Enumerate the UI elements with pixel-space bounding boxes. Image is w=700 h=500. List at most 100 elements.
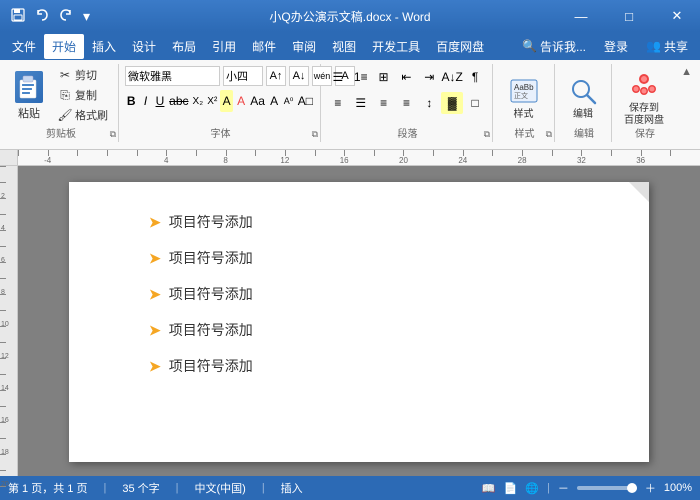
font-size-input[interactable] <box>223 66 263 86</box>
menu-baidu[interactable]: 百度网盘 <box>428 34 492 59</box>
font-controls: A↑ A↓ wén A B I U abc X₂ X² A A Aa A A⁰ … <box>125 64 314 112</box>
sort-button[interactable]: A↓Z <box>441 66 463 88</box>
svg-text:AaBb: AaBb <box>514 83 534 92</box>
ribbon: 粘贴 ✂ 剪切 ⎘ 复制 🖌 格式刷 剪贴板 ⧉ <box>0 60 700 150</box>
font-expand-icon[interactable]: ⧉ <box>312 129 318 140</box>
menu-share[interactable]: 👥 共享 <box>638 34 696 59</box>
highlight-button[interactable]: A <box>220 90 232 112</box>
ruler-container: -44812162024283236 <box>0 150 700 166</box>
style-expand-icon[interactable]: ⧉ <box>546 129 552 140</box>
bold-button[interactable]: B <box>125 90 137 112</box>
font-pinyin-button[interactable]: A⁰ <box>282 90 294 112</box>
font-color-button[interactable]: A <box>235 90 247 112</box>
menu-insert[interactable]: 插入 <box>84 34 124 59</box>
border-char-button[interactable]: A□ <box>297 90 314 112</box>
format-painter-button[interactable]: 🖌 格式刷 <box>54 106 112 124</box>
clipboard-mini: ✂ 剪切 ⎘ 复制 🖌 格式刷 <box>54 66 112 124</box>
menu-design[interactable]: 设计 <box>124 34 164 59</box>
bullet-item: ➤项目符号添加 <box>149 284 599 304</box>
menu-view[interactable]: 视图 <box>324 34 364 59</box>
styles-icon: AaBb 正文 <box>508 75 540 107</box>
edit-group-label: 编辑 <box>574 125 594 140</box>
menu-layout[interactable]: 布局 <box>164 34 204 59</box>
copy-icon: ⎘ <box>58 88 72 102</box>
bullet-item: ➤项目符号添加 <box>149 320 599 340</box>
numbered-list-button[interactable]: 1≡ <box>350 66 372 88</box>
zoom-minus-button[interactable]: － <box>558 480 569 496</box>
justify-button[interactable]: ≡ <box>396 92 418 114</box>
view-read-icon[interactable]: 📖 <box>482 482 496 495</box>
align-right-button[interactable]: ≡ <box>373 92 395 114</box>
font-size-decrease-button[interactable]: A↓ <box>289 66 309 86</box>
document-area[interactable]: ➤项目符号添加➤项目符号添加➤项目符号添加➤项目符号添加➤项目符号添加 <box>18 166 700 476</box>
bullet-arrow-icon: ➤ <box>149 358 161 375</box>
input-mode: 插入 <box>281 480 303 496</box>
multilevel-list-button[interactable]: ⊞ <box>373 66 395 88</box>
clipboard-expand-icon[interactable]: ⧉ <box>110 129 116 140</box>
italic-button[interactable]: I <box>139 90 151 112</box>
view-web-icon[interactable]: 🌐 <box>525 482 539 495</box>
menu-home[interactable]: 开始 <box>44 34 84 59</box>
line-spacing-button[interactable]: ↕ <box>418 92 440 114</box>
status-right: 📖 📄 🌐 | － ＋ 100% <box>482 480 692 496</box>
close-button[interactable]: ✕ <box>654 0 700 32</box>
align-left-button[interactable]: ≡ <box>327 92 349 114</box>
cut-button[interactable]: ✂ 剪切 <box>54 66 112 84</box>
underline-button[interactable]: U <box>154 90 166 112</box>
ribbon-group-font: A↑ A↓ wén A B I U abc X₂ X² A A Aa A A⁰ … <box>121 64 321 142</box>
paste-label: 粘贴 <box>18 105 40 121</box>
menu-references[interactable]: 引用 <box>204 34 244 59</box>
sep1: | <box>103 482 106 494</box>
paste-button[interactable]: 粘贴 <box>6 66 52 126</box>
quick-access-toolbar: ▾ <box>8 6 93 27</box>
paragraph-controls: ☰ 1≡ ⊞ ⇤ ⇥ A↓Z ¶ ≡ ☰ ≡ ≡ ↕ ▓ □ <box>327 64 486 116</box>
subscript-button[interactable]: X₂ <box>192 90 205 112</box>
view-print-icon[interactable]: 📄 <box>504 482 518 495</box>
align-center-button[interactable]: ☰ <box>350 92 372 114</box>
superscript-button[interactable]: X² <box>206 90 218 112</box>
increase-indent-button[interactable]: ⇥ <box>418 66 440 88</box>
menu-file[interactable]: 文件 <box>4 34 44 59</box>
word-count: 35 个字 <box>122 480 159 496</box>
undo-icon[interactable] <box>32 6 52 27</box>
redo-icon[interactable] <box>56 6 76 27</box>
sep3: | <box>262 482 265 494</box>
strikethrough-button[interactable]: abc <box>168 90 189 112</box>
border-button[interactable]: □ <box>464 92 486 114</box>
minimize-button[interactable]: — <box>558 0 604 32</box>
maximize-button[interactable]: □ <box>606 0 652 32</box>
char-shading-button[interactable]: Aa <box>249 90 266 112</box>
svg-text:正文: 正文 <box>514 91 528 100</box>
font-size-aa-button[interactable]: A <box>268 90 280 112</box>
styles-button[interactable]: AaBb 正文 样式 <box>499 66 549 128</box>
menu-login[interactable]: 登录 <box>596 34 636 59</box>
customize-qa-icon[interactable]: ▾ <box>80 6 93 27</box>
document-page[interactable]: ➤项目符号添加➤项目符号添加➤项目符号添加➤项目符号添加➤项目符号添加 <box>69 182 649 462</box>
show-marks-button[interactable]: ¶ <box>464 66 486 88</box>
menu-mail[interactable]: 邮件 <box>244 34 284 59</box>
font-name-input[interactable] <box>125 66 220 86</box>
zoom-slider[interactable] <box>577 486 637 490</box>
ribbon-collapse-button[interactable]: ▲ <box>681 66 692 78</box>
menu-tell-me[interactable]: 🔍 告诉我... <box>514 34 594 59</box>
decrease-indent-button[interactable]: ⇤ <box>395 66 417 88</box>
copy-button[interactable]: ⎘ 复制 <box>54 86 112 104</box>
menu-review[interactable]: 审阅 <box>284 34 324 59</box>
bullet-text: 项目符号添加 <box>169 320 253 340</box>
shading-button[interactable]: ▓ <box>441 92 463 114</box>
save-icon[interactable] <box>8 6 28 27</box>
font-size-increase-button[interactable]: A↑ <box>266 66 286 86</box>
paragraph-expand-icon[interactable]: ⧉ <box>484 129 490 140</box>
format-buttons-row: B I U abc X₂ X² A A Aa A A⁰ A□ <box>125 90 314 112</box>
bullet-list: ➤项目符号添加➤项目符号添加➤项目符号添加➤项目符号添加➤项目符号添加 <box>149 212 599 376</box>
format-label: 格式刷 <box>75 107 108 123</box>
zoom-plus-button[interactable]: ＋ <box>645 480 656 496</box>
ruler[interactable]: -44812162024283236 <box>18 150 700 165</box>
ribbon-group-style: AaBb 正文 样式 样式 ⧉ <box>495 64 555 142</box>
bullet-list-button[interactable]: ☰ <box>327 66 349 88</box>
edit-button[interactable]: 编辑 <box>559 66 607 128</box>
para-row-1: ☰ 1≡ ⊞ ⇤ ⇥ A↓Z ¶ <box>327 66 486 88</box>
baidu-save-button[interactable]: 保存到百度网盘 <box>615 66 673 128</box>
zoom-level[interactable]: 100% <box>664 482 692 494</box>
menu-developer[interactable]: 开发工具 <box>364 34 428 59</box>
